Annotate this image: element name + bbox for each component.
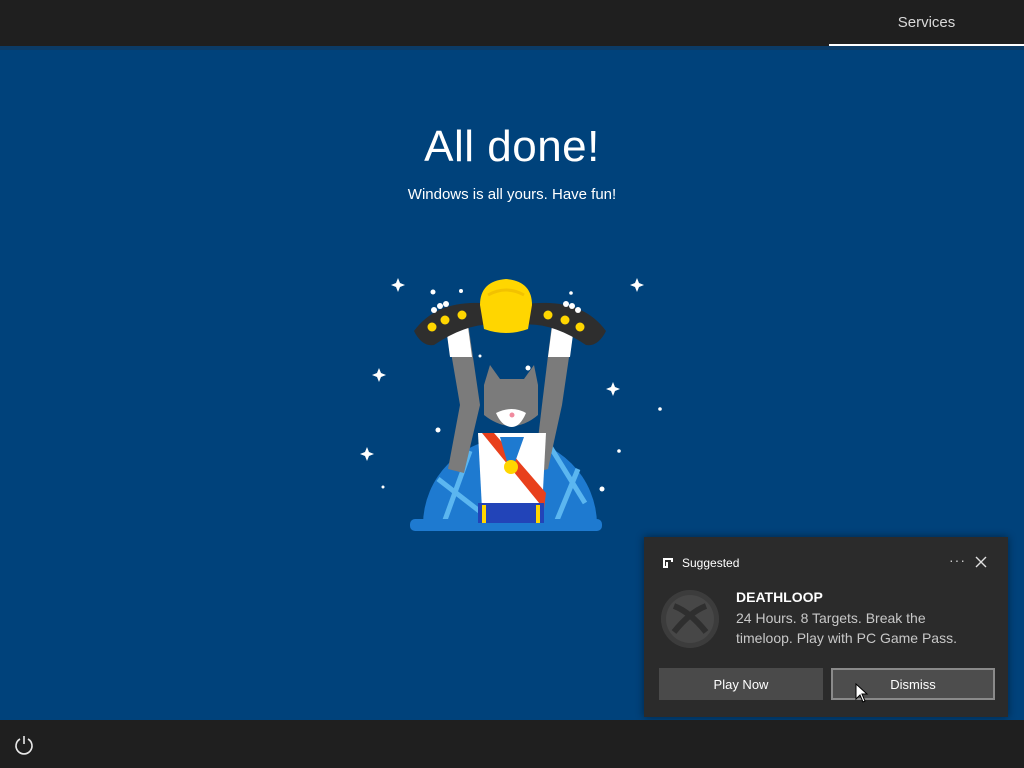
play-now-button[interactable]: Play Now [659,668,823,700]
power-icon[interactable] [13,734,35,756]
tab-services[interactable]: Services [829,0,1024,46]
top-bar: Services [0,0,1024,46]
toast-header: Suggested [662,556,739,570]
app-grid-icon [663,558,673,568]
page-title: All done! [424,122,600,171]
mouse-cursor-icon [855,683,869,703]
toast-header-label: Suggested [682,556,740,570]
close-icon[interactable] [974,555,988,569]
bottom-bar [0,720,1024,768]
celebration-illustration [360,278,662,531]
more-icon[interactable]: ··· [949,552,966,568]
page-subtitle: Windows is all yours. Have fun! [407,186,617,203]
top-bar-divider [0,46,1024,50]
xbox-logo-icon [661,590,719,648]
toast-app-title: DEATHLOOP [736,589,823,605]
toast-message: 24 Hours. 8 Targets. Break the timeloop.… [736,610,957,646]
suggestion-toast: Suggested ··· DEATHLOOP 24 Hours. 8 Targ… [644,537,1008,717]
